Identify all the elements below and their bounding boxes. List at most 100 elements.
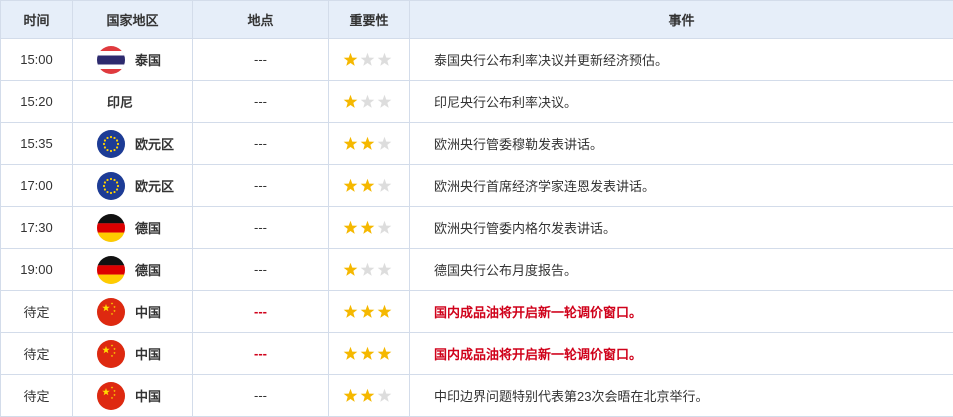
header-place: 地点 bbox=[193, 1, 329, 39]
place-cell: --- bbox=[193, 123, 329, 165]
eu-flag-icon bbox=[97, 172, 125, 200]
table-row: 15:35 欧元区 --- 欧洲央行管委穆勒发表讲话。 bbox=[1, 123, 953, 165]
country-name: 欧元区 bbox=[135, 134, 174, 153]
importance-stars bbox=[343, 346, 409, 361]
star-filled-icon bbox=[343, 262, 358, 277]
place-cell: --- bbox=[193, 207, 329, 249]
table-row: 17:00 欧元区--- 欧洲央行首席经济学家连恩发表讲话。 bbox=[1, 165, 953, 207]
country-wrap: 中国 bbox=[97, 291, 192, 332]
china-flag-icon bbox=[97, 340, 125, 368]
table-body: 15:00泰国---泰国央行公布利率决议并更新经济预估。15:20印尼---印尼… bbox=[1, 39, 953, 417]
time-cell: 17:00 bbox=[1, 165, 73, 207]
event-cell: 德国央行公布月度报告。 bbox=[410, 249, 953, 291]
place-cell: --- bbox=[193, 165, 329, 207]
country-name: 中国 bbox=[135, 386, 161, 405]
table-row: 15:00 泰国--- 泰国央行公布利率决议并更新经济预估。 bbox=[1, 39, 953, 81]
country-cell: 中国 bbox=[73, 375, 193, 417]
country-cell: 印尼 bbox=[73, 81, 193, 123]
event-cell: 欧洲央行管委穆勒发表讲话。 bbox=[410, 123, 953, 165]
star-filled-icon bbox=[360, 388, 375, 403]
country-cell: 德国 bbox=[73, 207, 193, 249]
table-header: 时间 国家地区 地点 重要性 事件 bbox=[1, 1, 953, 39]
place-cell: --- bbox=[193, 81, 329, 123]
importance-cell bbox=[329, 375, 410, 417]
importance-cell bbox=[329, 207, 410, 249]
star-filled-icon bbox=[343, 52, 358, 67]
china-flag-icon bbox=[97, 382, 125, 410]
star-filled-icon bbox=[343, 304, 358, 319]
country-cell: 德国 bbox=[73, 249, 193, 291]
star-filled-icon bbox=[360, 136, 375, 151]
importance-stars bbox=[343, 94, 409, 109]
star-filled-icon bbox=[360, 346, 375, 361]
header-event: 事件 bbox=[410, 1, 953, 39]
country-cell: 中国 bbox=[73, 333, 193, 375]
country-cell: 泰国 bbox=[73, 39, 193, 81]
country-cell: 欧元区 bbox=[73, 123, 193, 165]
place-cell: --- bbox=[193, 375, 329, 417]
importance-cell bbox=[329, 123, 410, 165]
table-row: 17:30 德国 --- 欧洲央行管委内格尔发表讲话。 bbox=[1, 207, 953, 249]
star-empty-icon bbox=[377, 220, 392, 235]
importance-stars bbox=[343, 136, 409, 151]
importance-stars bbox=[343, 262, 409, 277]
table-row: 15:20印尼---印尼央行公布利率决议。 bbox=[1, 81, 953, 123]
importance-stars bbox=[343, 388, 409, 403]
star-empty-icon bbox=[377, 178, 392, 193]
time-cell: 15:00 bbox=[1, 39, 73, 81]
place-cell: --- bbox=[193, 333, 329, 375]
country-name: 德国 bbox=[135, 218, 161, 237]
china-flag-icon bbox=[97, 298, 125, 326]
star-filled-icon bbox=[360, 304, 375, 319]
time-cell: 待定 bbox=[1, 291, 73, 333]
importance-cell bbox=[329, 291, 410, 333]
place-cell: --- bbox=[193, 291, 329, 333]
germany-flag-icon bbox=[97, 214, 125, 242]
importance-cell bbox=[329, 333, 410, 375]
star-empty-icon bbox=[377, 94, 392, 109]
table-row: 19:00德国---德国央行公布月度报告。 bbox=[1, 249, 953, 291]
header-country: 国家地区 bbox=[73, 1, 193, 39]
event-cell: 国内成品油将开启新一轮调价窗口。 bbox=[410, 291, 953, 333]
star-empty-icon bbox=[377, 388, 392, 403]
event-cell: 印尼央行公布利率决议。 bbox=[410, 81, 953, 123]
star-filled-icon bbox=[343, 94, 358, 109]
event-cell: 欧洲央行管委内格尔发表讲话。 bbox=[410, 207, 953, 249]
importance-stars bbox=[343, 52, 409, 67]
star-filled-icon bbox=[343, 178, 358, 193]
country-wrap: 泰国 bbox=[97, 39, 192, 80]
star-empty-icon bbox=[360, 94, 375, 109]
time-cell: 17:30 bbox=[1, 207, 73, 249]
event-cell: 国内成品油将开启新一轮调价窗口。 bbox=[410, 333, 953, 375]
place-cell: --- bbox=[193, 39, 329, 81]
country-name: 德国 bbox=[135, 260, 161, 279]
importance-cell bbox=[329, 249, 410, 291]
importance-cell bbox=[329, 81, 410, 123]
importance-stars bbox=[343, 220, 409, 235]
star-filled-icon bbox=[343, 136, 358, 151]
economic-calendar-table: 时间 国家地区 地点 重要性 事件 15:00泰国---泰国央行公布利率决议并更… bbox=[0, 0, 953, 417]
star-empty-icon bbox=[360, 52, 375, 67]
star-empty-icon bbox=[377, 136, 392, 151]
country-wrap: 德国 bbox=[97, 249, 192, 290]
time-cell: 待定 bbox=[1, 333, 73, 375]
country-wrap: 欧元区 bbox=[97, 165, 192, 206]
event-cell: 欧洲央行首席经济学家连恩发表讲话。 bbox=[410, 165, 953, 207]
star-empty-icon bbox=[377, 262, 392, 277]
header-importance: 重要性 bbox=[329, 1, 410, 39]
country-name: 中国 bbox=[135, 344, 161, 363]
importance-stars bbox=[343, 178, 409, 193]
event-cell: 泰国央行公布利率决议并更新经济预估。 bbox=[410, 39, 953, 81]
country-name: 中国 bbox=[135, 302, 161, 321]
country-wrap: 欧元区 bbox=[97, 123, 192, 164]
time-cell: 19:00 bbox=[1, 249, 73, 291]
star-empty-icon bbox=[360, 262, 375, 277]
importance-cell bbox=[329, 165, 410, 207]
thailand-flag-icon bbox=[97, 46, 125, 74]
country-cell: 中国 bbox=[73, 291, 193, 333]
time-cell: 15:35 bbox=[1, 123, 73, 165]
star-filled-icon bbox=[377, 304, 392, 319]
table-row: 待定 中国 --- 国内成品油将开启新一轮调价窗口。 bbox=[1, 333, 953, 375]
time-cell: 待定 bbox=[1, 375, 73, 417]
country-cell: 欧元区 bbox=[73, 165, 193, 207]
